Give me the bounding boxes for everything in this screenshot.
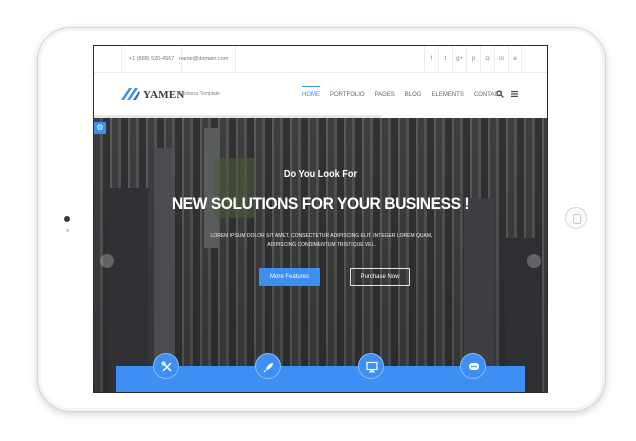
nav-item-home[interactable]: HOME bbox=[302, 73, 320, 118]
twitter-icon[interactable]: t bbox=[438, 46, 452, 73]
camera-icon bbox=[64, 216, 70, 222]
linkedin-icon[interactable]: in bbox=[494, 46, 508, 73]
chat-bubble-icon bbox=[469, 363, 479, 370]
rocket-icon bbox=[263, 363, 273, 373]
nav-item-portfolio[interactable]: PORTFOLIO bbox=[330, 73, 365, 118]
home-button[interactable] bbox=[565, 207, 587, 229]
nav-item-blog[interactable]: BLOG bbox=[405, 73, 422, 118]
tablet-screen: +1 (888) 520-4567 name@domain.com f t g+… bbox=[93, 45, 548, 393]
feature-item-chat[interactable] bbox=[460, 353, 486, 379]
sensor-dot bbox=[66, 229, 69, 232]
logo-tagline: Business Template bbox=[178, 91, 220, 97]
tools-icon bbox=[161, 361, 172, 372]
monitor-icon bbox=[366, 361, 378, 373]
pinterest-icon[interactable]: p bbox=[466, 46, 480, 73]
feature-item-monitor[interactable] bbox=[358, 353, 384, 379]
logo-icon bbox=[121, 88, 140, 100]
main-navbar: YAMEN Business Template HOME PORTFOLIO P… bbox=[94, 73, 547, 118]
main-menu: HOME PORTFOLIO PAGES BLOG ELEMENTS CONTA… bbox=[302, 73, 512, 118]
hero-headline: NEW SOLUTIONS FOR YOUR BUSINESS ! bbox=[171, 194, 470, 213]
nav-item-elements[interactable]: ELEMENTS bbox=[431, 73, 463, 118]
purchase-now-button[interactable]: Purchase Now bbox=[350, 268, 410, 286]
instagram-icon[interactable]: ◘ bbox=[480, 46, 494, 73]
hero-description: LOREM IPSUM DOLOR SIT AMET, CONSECTETUR … bbox=[210, 233, 433, 248]
slider-prev-button[interactable] bbox=[100, 254, 114, 268]
hero-section: ⚙ Do You Look For NEW SOLUTIONS FOR YOUR… bbox=[94, 118, 547, 392]
google-plus-icon[interactable]: g+ bbox=[452, 46, 466, 73]
nav-item-pages[interactable]: PAGES bbox=[375, 73, 395, 118]
search-icon[interactable] bbox=[496, 90, 504, 98]
building-shape bbox=[108, 188, 148, 392]
more-features-button[interactable]: More Features bbox=[259, 268, 320, 286]
facebook-icon[interactable]: f bbox=[424, 46, 438, 73]
social-links: f t g+ p ◘ in ʁ bbox=[424, 46, 522, 73]
email-link[interactable]: name@domain.com bbox=[172, 46, 237, 73]
settings-icon[interactable]: ⚙ bbox=[94, 122, 106, 134]
top-bar: +1 (888) 520-4567 name@domain.com f t g+… bbox=[94, 46, 547, 73]
feature-item-tools[interactable] bbox=[153, 353, 179, 379]
feature-item-rocket[interactable] bbox=[255, 353, 281, 379]
hero-pre-title: Do You Look For bbox=[283, 169, 358, 180]
menu-icon[interactable] bbox=[511, 91, 518, 97]
slider-next-button[interactable] bbox=[527, 254, 541, 268]
rss-icon[interactable]: ʁ bbox=[508, 46, 522, 73]
